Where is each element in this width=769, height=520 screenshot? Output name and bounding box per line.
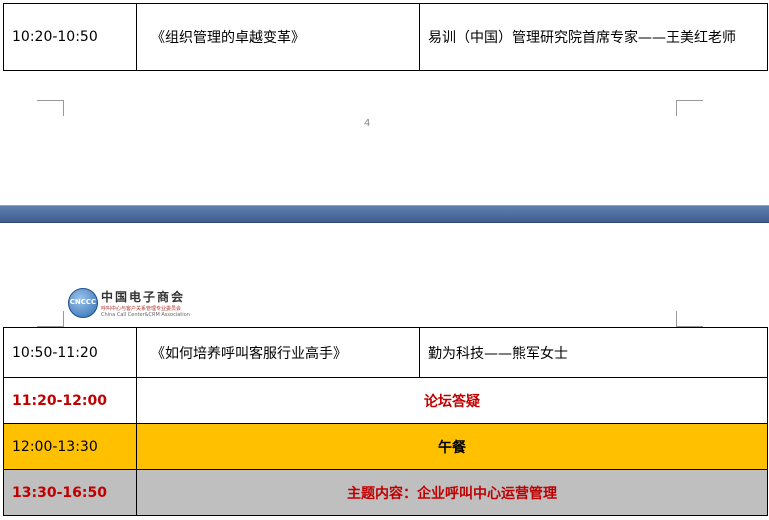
topic-cell: 《组织管理的卓越变革》: [136, 3, 420, 71]
time-cell: 11:20-12:00: [3, 377, 137, 424]
section-title: 主题内容：企业呼叫中心运营管理: [136, 469, 768, 516]
margin-corner-mark: [37, 311, 64, 327]
topic-cell: 《如何培养呼叫客服行业高手》: [136, 327, 420, 378]
margin-corner-mark: [37, 100, 64, 116]
logo-subtitle: 呼叫中心与客户关系管理专业委员会: [101, 306, 182, 312]
logo-name: 中国电子商会: [101, 290, 186, 304]
page-number: 4: [364, 118, 371, 129]
time-cell: 12:00-13:30: [3, 423, 137, 470]
margin-corner-mark: [676, 100, 703, 116]
speaker-cell: 勤为科技——熊军女士: [419, 327, 768, 378]
logo-subtitle-en: China Call Center&CRM Association: [101, 312, 190, 318]
logo-emblem-icon: CNCCC: [68, 288, 98, 318]
table-row: 13:30-16:50 主题内容：企业呼叫中心运营管理: [3, 469, 768, 516]
schedule-table-top: 10:20-10:50 《组织管理的卓越变革》 易训（中国）管理研究院首席专家—…: [3, 3, 768, 71]
header-logo: CNCCC 中国电子商会 呼叫中心与客户关系管理专业委员会 China Call…: [68, 286, 190, 320]
page-gap: [0, 205, 769, 223]
table-row: 10:50-11:20 《如何培养呼叫客服行业高手》 勤为科技——熊军女士: [3, 327, 768, 378]
session-label: 午餐: [136, 423, 768, 470]
speaker-cell: 易训（中国）管理研究院首席专家——王美红老师: [419, 3, 768, 71]
margin-corner-mark: [676, 311, 703, 327]
table-row: 10:20-10:50 《组织管理的卓越变革》 易训（中国）管理研究院首席专家—…: [3, 3, 768, 71]
schedule-table: 10:50-11:20 《如何培养呼叫客服行业高手》 勤为科技——熊军女士 11…: [3, 327, 768, 516]
time-cell: 13:30-16:50: [3, 469, 137, 516]
time-cell: 10:50-11:20: [3, 327, 137, 378]
time-cell: 10:20-10:50: [3, 3, 137, 71]
table-row: 12:00-13:30 午餐: [3, 423, 768, 470]
table-row: 11:20-12:00 论坛答疑: [3, 377, 768, 424]
session-label: 论坛答疑: [136, 377, 768, 424]
